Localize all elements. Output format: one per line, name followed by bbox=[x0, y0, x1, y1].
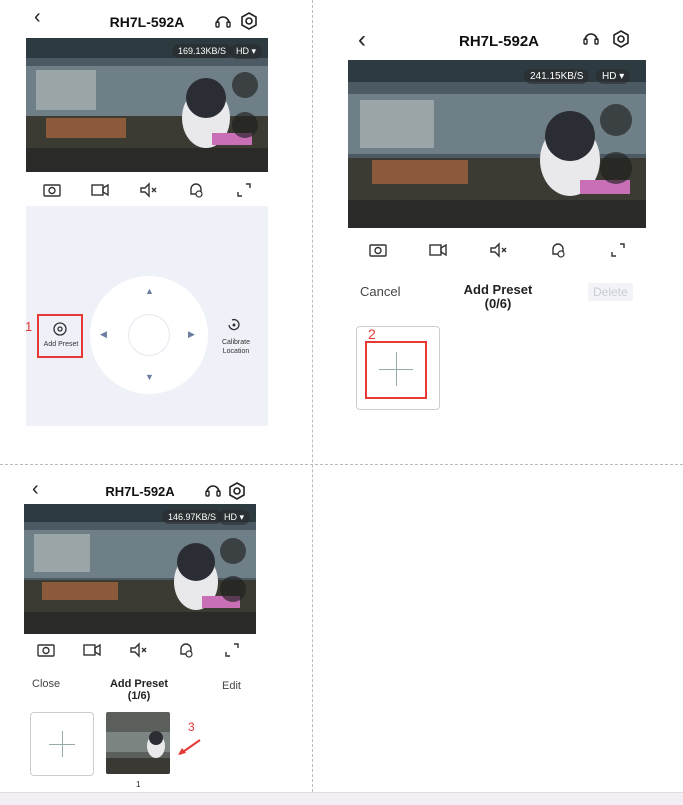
delete-button[interactable]: Delete bbox=[588, 283, 633, 301]
device-title: RH7L-592A bbox=[109, 14, 185, 30]
plus-icon-vertical bbox=[396, 352, 397, 386]
alarm-icon[interactable] bbox=[548, 240, 568, 260]
header: ‹ RH7L-592A bbox=[346, 0, 652, 53]
quality-select[interactable]: HD ▾ bbox=[218, 510, 251, 525]
header: ‹ RH7L-592A bbox=[24, 0, 270, 36]
headset-icon[interactable] bbox=[214, 13, 232, 31]
record-icon[interactable] bbox=[90, 180, 110, 200]
fullscreen-icon[interactable] bbox=[234, 180, 254, 200]
bottom-strip bbox=[0, 792, 683, 805]
edit-button[interactable]: Edit bbox=[222, 680, 241, 692]
arrow-right-icon[interactable]: ▶ bbox=[188, 329, 195, 340]
joystick[interactable]: ▲ ▼ ◀ ▶ bbox=[90, 276, 208, 394]
arrow-down-icon[interactable]: ▼ bbox=[145, 372, 154, 382]
video-toolbar bbox=[346, 240, 652, 262]
fullscreen-icon[interactable] bbox=[608, 240, 628, 260]
annotation-1: 1 bbox=[25, 319, 33, 334]
alarm-icon[interactable] bbox=[186, 180, 206, 200]
record-icon[interactable] bbox=[82, 640, 102, 660]
alarm-icon[interactable] bbox=[176, 640, 196, 660]
annotation-2: 2 bbox=[368, 326, 376, 342]
mute-icon[interactable] bbox=[488, 240, 508, 260]
device-title: RH7L-592A bbox=[105, 484, 175, 499]
calibrate-icon[interactable] bbox=[226, 317, 242, 333]
panel-divider-vertical bbox=[312, 0, 313, 792]
arrow-up-icon[interactable]: ▲ bbox=[145, 286, 154, 296]
pip-icon[interactable] bbox=[220, 576, 246, 602]
bitrate-label: 146.97KB/S bbox=[162, 510, 223, 524]
add-preset-title: Add Preset bbox=[463, 282, 533, 297]
playback-icon[interactable] bbox=[600, 104, 632, 136]
camera-icon[interactable] bbox=[368, 240, 388, 260]
panel-2: ‹ RH7L-592A 241.15KB/S HD ▾ Cancel Add P… bbox=[346, 0, 652, 420]
plus-icon-vertical bbox=[62, 731, 63, 757]
preset-thumbnail[interactable] bbox=[106, 712, 170, 774]
playback-icon[interactable] bbox=[220, 538, 246, 564]
add-preset-title: Add Preset bbox=[109, 678, 169, 690]
cancel-button[interactable]: Cancel bbox=[360, 284, 400, 299]
camera-icon[interactable] bbox=[42, 180, 62, 200]
add-preset-heading: Add Preset (0/6) bbox=[446, 283, 550, 311]
panel-1: ‹ RH7L-592A 169.13KB/S HD ▾ ▲ ▼ ◀ ▶ Add … bbox=[24, 0, 270, 440]
headset-icon[interactable] bbox=[582, 30, 600, 48]
camera-icon[interactable] bbox=[36, 640, 56, 660]
record-icon[interactable] bbox=[428, 240, 448, 260]
playback-icon[interactable] bbox=[232, 72, 258, 98]
settings-icon[interactable] bbox=[228, 482, 246, 500]
calibrate-location-label[interactable]: Calibrate Location bbox=[214, 338, 258, 356]
live-video[interactable]: 146.97KB/S HD ▾ bbox=[24, 504, 256, 634]
fullscreen-icon[interactable] bbox=[222, 640, 242, 660]
bitrate-label: 169.13KB/S bbox=[172, 44, 233, 58]
annotation-3: 3 bbox=[188, 720, 195, 734]
mute-icon[interactable] bbox=[128, 640, 148, 660]
device-title: RH7L-592A bbox=[458, 33, 540, 50]
video-toolbar bbox=[22, 640, 258, 662]
add-preset-heading: Add Preset (1/6) bbox=[98, 678, 180, 702]
joystick-center[interactable] bbox=[128, 314, 170, 356]
bitrate-label: 241.15KB/S bbox=[524, 69, 590, 84]
pip-icon[interactable] bbox=[232, 112, 258, 138]
headset-icon[interactable] bbox=[204, 482, 222, 500]
live-video[interactable]: 169.13KB/S HD ▾ bbox=[26, 38, 268, 172]
video-toolbar bbox=[24, 180, 270, 202]
highlight-add-preset bbox=[37, 314, 83, 358]
panel-3: ‹ RH7L-592A 146.97KB/S HD ▾ Close Add Pr… bbox=[22, 474, 258, 789]
pip-icon[interactable] bbox=[600, 152, 632, 184]
panel-divider-horizontal bbox=[0, 464, 683, 465]
quality-select[interactable]: HD ▾ bbox=[230, 44, 263, 59]
preset-index-label: 1 bbox=[136, 780, 141, 789]
add-preset-tile[interactable] bbox=[30, 712, 94, 776]
arrow-icon bbox=[178, 739, 201, 755]
header: ‹ RH7L-592A bbox=[22, 474, 258, 504]
arrow-left-icon[interactable]: ◀ bbox=[100, 329, 107, 340]
close-button[interactable]: Close bbox=[32, 678, 60, 690]
live-video[interactable]: 241.15KB/S HD ▾ bbox=[348, 60, 646, 228]
mute-icon[interactable] bbox=[138, 180, 158, 200]
settings-icon[interactable] bbox=[240, 12, 258, 30]
quality-select[interactable]: HD ▾ bbox=[596, 69, 631, 84]
preset-count: (0/6) bbox=[484, 296, 512, 311]
settings-icon[interactable] bbox=[612, 30, 630, 48]
preset-count: (1/6) bbox=[127, 690, 151, 702]
